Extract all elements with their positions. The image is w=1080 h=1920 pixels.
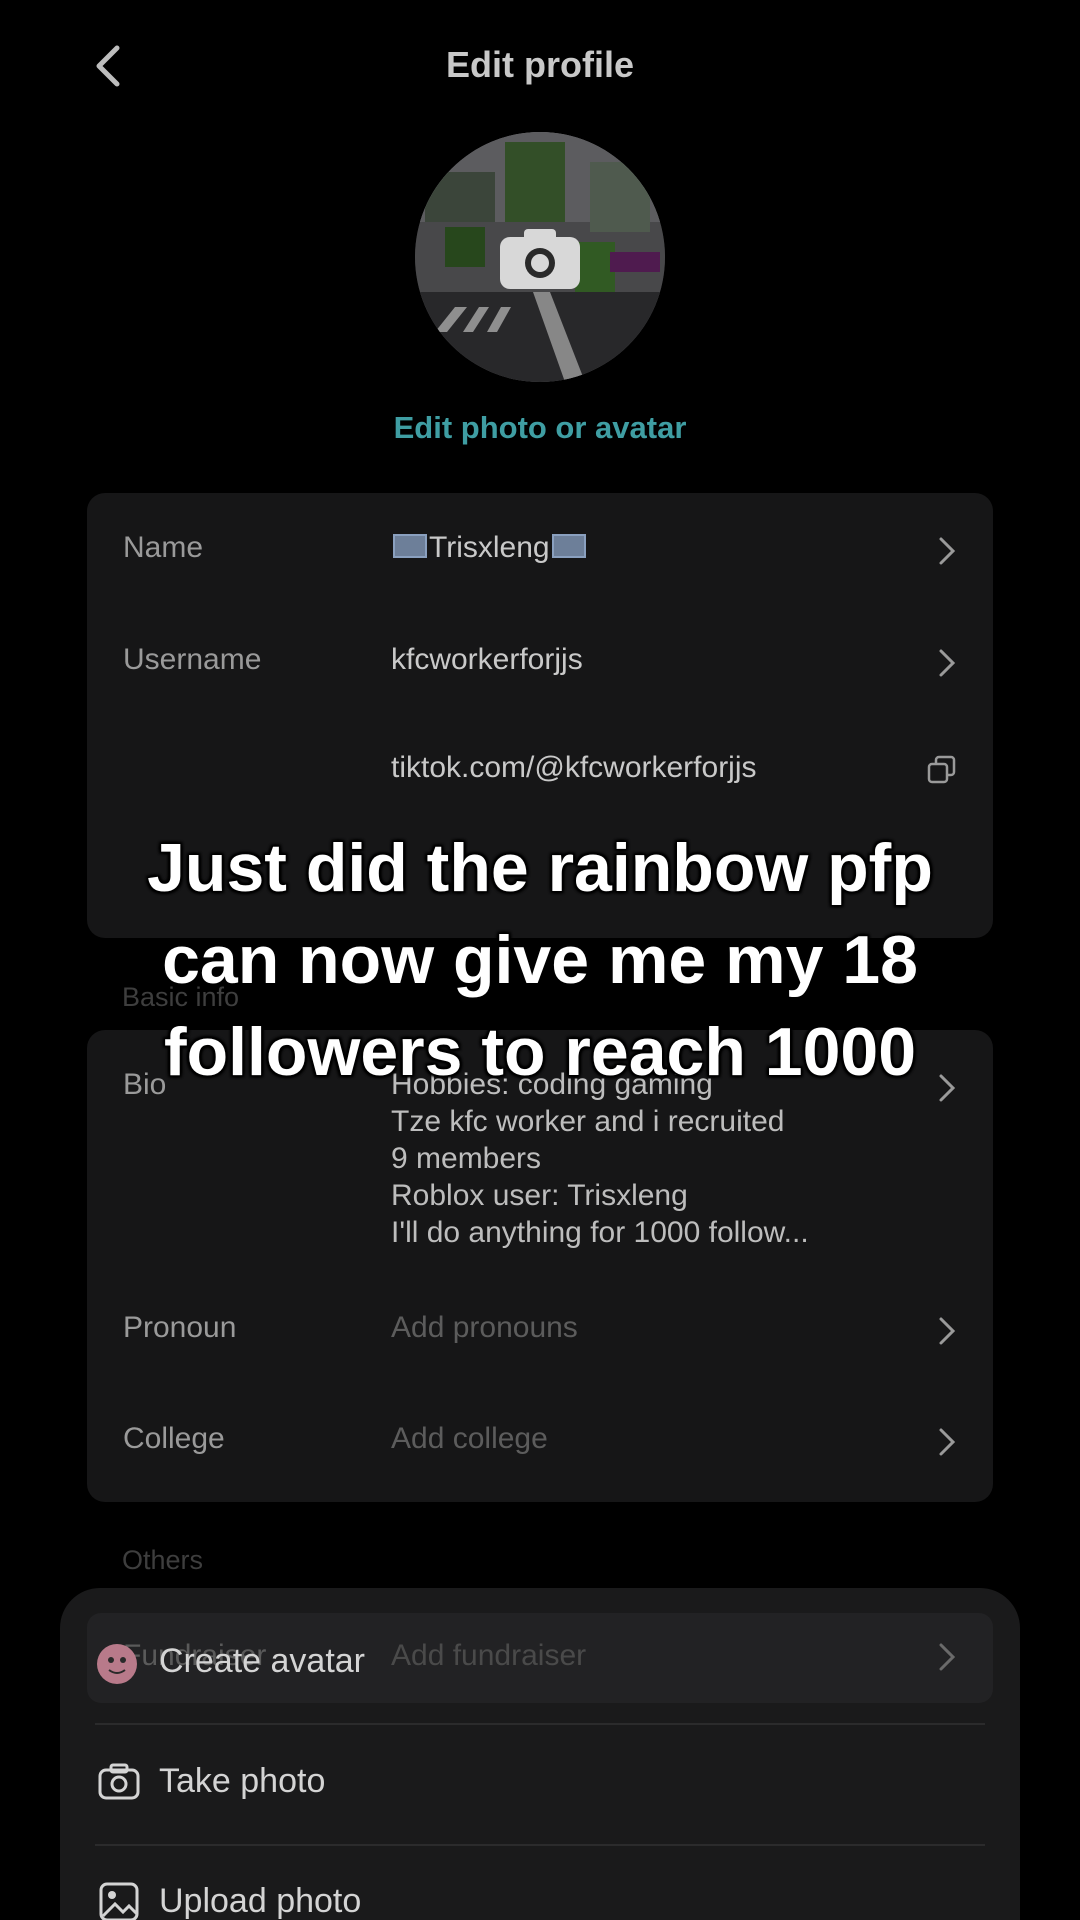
camera-outline-icon: [98, 1763, 140, 1800]
pronoun-placeholder: Add pronouns: [391, 1311, 578, 1344]
chevron-right-icon: [939, 1317, 956, 1345]
profile-link-value: tiktok.com/@kfcworkerforjjs: [391, 751, 757, 784]
edit-photo-link[interactable]: Edit photo or avatar: [0, 410, 1080, 446]
name-row[interactable]: Name Trisxleng: [87, 507, 993, 597]
bio-line: Roblox user: Trisxleng: [391, 1179, 688, 1212]
college-row[interactable]: College Add college: [87, 1398, 993, 1488]
flag-icon: [393, 534, 427, 559]
edit-profile-screen: Edit profile Edit photo or avatar Name T…: [0, 0, 1080, 1920]
pronoun-row[interactable]: Pronoun Add pronouns: [87, 1287, 993, 1377]
overlay-caption: Just did the rainbow pfp can now give me…: [0, 822, 1080, 1098]
divider: [95, 1723, 985, 1725]
name-label: Name: [123, 531, 204, 564]
pronoun-label: Pronoun: [123, 1311, 237, 1344]
caption-line: followers to reach 1000: [163, 1014, 917, 1090]
bio-line: 9 members: [391, 1142, 542, 1175]
copy-icon[interactable]: [927, 755, 957, 785]
college-label: College: [123, 1422, 225, 1455]
take-photo-label: Take photo: [159, 1762, 326, 1800]
take-photo-option[interactable]: Take photo: [95, 1736, 995, 1832]
camera-icon: [500, 229, 580, 289]
chevron-right-icon: [939, 649, 956, 677]
caption-line: Just did the rainbow pfp: [147, 830, 933, 906]
basic-info-card: Bio Hobbies: coding gaming Tze kfc worke…: [87, 1030, 993, 1502]
username-label: Username: [123, 643, 262, 676]
avatar[interactable]: [415, 132, 665, 382]
image-upload-icon: [99, 1882, 139, 1920]
page-title: Edit profile: [446, 44, 634, 85]
flag-icon: [551, 534, 586, 559]
chevron-right-icon: [939, 1428, 956, 1456]
profile-link-row: tiktok.com/@kfcworkerforjjs: [87, 727, 993, 817]
create-avatar-option[interactable]: Create avatar: [95, 1616, 995, 1712]
name-text: Trisxleng: [429, 531, 550, 564]
bio-line: I'll do anything for 1000 follow...: [391, 1216, 809, 1249]
upload-photo-label: Upload photo: [159, 1882, 362, 1920]
header: Edit profile: [0, 0, 1080, 130]
divider: [95, 1844, 985, 1846]
college-placeholder: Add college: [391, 1422, 548, 1455]
chevron-right-icon: [939, 537, 956, 565]
bio-line: Tze kfc worker and i recruited: [391, 1105, 785, 1138]
name-value: Trisxleng: [391, 531, 588, 565]
username-row[interactable]: Username kfcworkerforjjs: [87, 619, 993, 709]
avatar-emoji-icon: [97, 1644, 137, 1684]
username-value: kfcworkerforjjs: [391, 643, 583, 676]
create-avatar-label: Create avatar: [159, 1642, 365, 1680]
upload-photo-option[interactable]: Upload photo: [95, 1856, 995, 1920]
others-section-label: Others: [122, 1545, 204, 1575]
caption-line: can now give me my 18: [162, 922, 918, 998]
